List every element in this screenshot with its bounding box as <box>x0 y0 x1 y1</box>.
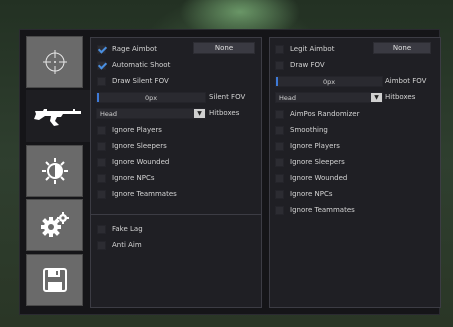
divider <box>91 214 261 215</box>
anti-aim-checkbox[interactable]: Anti Aim <box>97 240 142 250</box>
tab-weapon[interactable] <box>26 90 90 142</box>
hitboxes-label: Hitboxes <box>385 93 416 101</box>
draw-fov-checkbox[interactable]: Draw FOV <box>275 60 325 70</box>
ignore-npcs-checkbox[interactable]: Ignore NPCs <box>97 173 154 183</box>
fake-lag-checkbox[interactable]: Fake Lag <box>97 224 143 234</box>
checkbox[interactable] <box>97 173 106 183</box>
option-label: AimPos Randomizer <box>290 110 360 118</box>
checkbox[interactable] <box>97 157 106 167</box>
crosshair-icon <box>42 50 67 74</box>
hitboxes-dropdown[interactable]: Head ▼ <box>275 92 383 103</box>
checkbox[interactable] <box>97 76 106 86</box>
ignore-sleepers-checkbox[interactable]: Ignore Sleepers <box>97 141 167 151</box>
chevron-down-icon: ▼ <box>371 93 382 102</box>
automatic-shoot-label: Automatic Shoot <box>112 61 171 69</box>
option-label: Fake Lag <box>112 225 143 233</box>
checkbox[interactable] <box>275 125 284 135</box>
option-label: Ignore NPCs <box>112 174 155 182</box>
hitboxes-dropdown[interactable]: Head ▼ <box>96 108 206 119</box>
ignore-wounded-checkbox[interactable]: Ignore Wounded <box>97 157 169 167</box>
checkbox[interactable] <box>97 189 106 199</box>
ignore-teammates-checkbox[interactable]: Ignore Teammates <box>97 189 177 199</box>
aimpos-randomizer-checkbox[interactable]: AimPos Randomizer <box>275 109 359 119</box>
option-label: Ignore Wounded <box>112 158 170 166</box>
smoothing-checkbox[interactable]: Smoothing <box>275 125 328 135</box>
legit-aimbot-panel: Legit Aimbot None Draw FOV 0px Aimbot FO… <box>269 37 441 308</box>
rage-aimbot-panel: Rage Aimbot None Automatic Shoot Draw Si… <box>90 37 262 308</box>
ignore-players-checkbox[interactable]: Ignore Players <box>275 141 340 151</box>
checkbox[interactable] <box>97 224 106 234</box>
ignore-wounded-checkbox[interactable]: Ignore Wounded <box>275 173 347 183</box>
option-label: Ignore NPCs <box>290 190 333 198</box>
legit-aimbot-key-button[interactable]: None <box>373 42 431 54</box>
option-label: Ignore Teammates <box>290 206 355 214</box>
aimbot-fov-value: 0px <box>322 77 336 86</box>
brightness-icon <box>41 158 68 184</box>
option-label: Ignore Players <box>112 126 162 134</box>
checkbox-checked[interactable] <box>97 60 106 70</box>
checkbox[interactable] <box>275 60 284 70</box>
option-label: Anti Aim <box>112 241 142 249</box>
checkbox[interactable] <box>275 44 284 54</box>
hitboxes-selected: Head <box>279 93 296 102</box>
checkbox[interactable] <box>97 240 106 250</box>
draw-silent-fov-label: Draw Silent FOV <box>112 77 169 85</box>
checkbox[interactable] <box>97 141 106 151</box>
rage-aimbot-label: Rage Aimbot <box>112 45 157 53</box>
draw-fov-label: Draw FOV <box>290 61 325 69</box>
checkbox[interactable] <box>275 141 284 151</box>
rage-aimbot-checkbox[interactable]: Rage Aimbot <box>97 44 157 54</box>
chevron-down-icon: ▼ <box>194 109 205 118</box>
tab-settings[interactable] <box>26 199 83 251</box>
hitboxes-selected: Head <box>100 109 117 118</box>
option-label: Ignore Wounded <box>290 174 348 182</box>
ignore-npcs-checkbox[interactable]: Ignore NPCs <box>275 189 332 199</box>
aimbot-fov-label: Aimbot FOV <box>385 77 427 85</box>
tab-config[interactable] <box>26 254 83 306</box>
legit-aimbot-checkbox[interactable]: Legit Aimbot <box>275 44 334 54</box>
checkbox-checked[interactable] <box>97 44 106 54</box>
tab-visuals[interactable] <box>26 145 83 197</box>
floppy-disk-icon <box>42 268 67 292</box>
rifle-icon <box>34 109 81 126</box>
checkbox[interactable] <box>275 157 284 167</box>
checkbox[interactable] <box>275 189 284 199</box>
hitboxes-label: Hitboxes <box>209 109 240 117</box>
checkbox[interactable] <box>97 125 106 135</box>
ignore-sleepers-checkbox[interactable]: Ignore Sleepers <box>275 157 345 167</box>
checkbox[interactable] <box>275 173 284 183</box>
tab-aim[interactable] <box>26 36 83 88</box>
rage-aimbot-key-button[interactable]: None <box>193 42 255 54</box>
option-label: Ignore Sleepers <box>290 158 345 166</box>
ignore-teammates-checkbox[interactable]: Ignore Teammates <box>275 205 355 215</box>
option-label: Smoothing <box>290 126 328 134</box>
silent-fov-value: 0px <box>144 93 158 102</box>
legit-aimbot-label: Legit Aimbot <box>290 45 335 53</box>
checkbox[interactable] <box>275 205 284 215</box>
gears-icon <box>40 212 69 237</box>
draw-silent-fov-checkbox[interactable]: Draw Silent FOV <box>97 76 169 86</box>
option-label: Ignore Sleepers <box>112 142 167 150</box>
cheat-menu-window: Rage Aimbot None Automatic Shoot Draw Si… <box>19 29 441 315</box>
silent-fov-label: Silent FOV <box>209 93 246 101</box>
ignore-players-checkbox[interactable]: Ignore Players <box>97 125 162 135</box>
option-label: Ignore Teammates <box>112 190 177 198</box>
automatic-shoot-checkbox[interactable]: Automatic Shoot <box>97 60 170 70</box>
silent-fov-slider[interactable]: 0px <box>96 92 206 103</box>
checkbox[interactable] <box>275 109 284 119</box>
option-label: Ignore Players <box>290 142 340 150</box>
aimbot-fov-slider[interactable]: 0px <box>275 76 383 87</box>
